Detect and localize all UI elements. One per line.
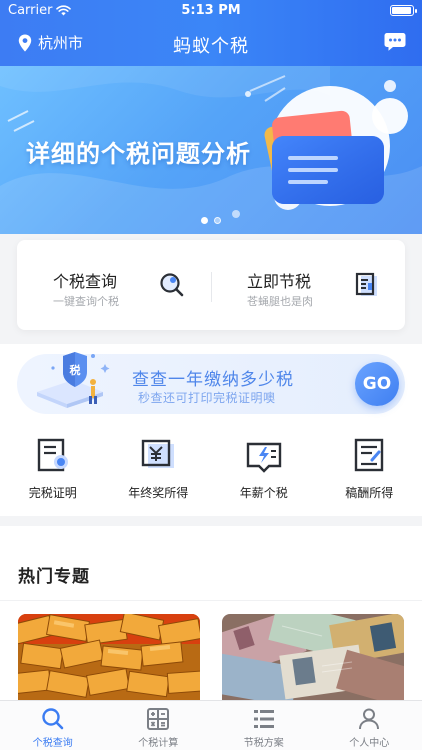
- tab-bar: 个税查询 个税计算 节税方案 个人中心: [0, 700, 422, 750]
- search-icon: [160, 273, 184, 297]
- tool-certificate[interactable]: 完税证明: [0, 432, 106, 512]
- gold-bars-image: [18, 614, 200, 700]
- save-tax-subtitle: 苍蝇腿也是肉: [247, 295, 313, 308]
- carousel-indicator: [0, 217, 422, 224]
- banner-carousel[interactable]: 详细的个税问题分析: [0, 66, 422, 234]
- hot-topics-title: 热门专题: [18, 567, 90, 587]
- person-icon: [359, 708, 380, 730]
- status-time: 5:13 PM: [181, 3, 241, 18]
- quick-actions-card: 个税查询 一键查询个税 立即节税 苍蝇腿也是肉: [17, 240, 405, 330]
- carousel-dot[interactable]: [214, 217, 221, 224]
- promo-title: 查查一年缴纳多少税: [132, 370, 294, 390]
- tax-badge: 税: [70, 363, 81, 377]
- tool-salary[interactable]: 年薪个税: [211, 432, 317, 512]
- hot-topics-section: 热门专题: [0, 526, 422, 700]
- header: Carrier 5:13 PM 杭州市 蚂蚁个税: [0, 0, 422, 66]
- calculator-icon: [147, 708, 170, 730]
- tool-manuscript[interactable]: 稿酬所得: [317, 432, 422, 512]
- carousel-dot[interactable]: [201, 217, 208, 224]
- list-icon: [253, 710, 274, 728]
- certificate-icon: [37, 438, 68, 472]
- tax-query-entry[interactable]: 个税查询 一键查询个税: [17, 240, 211, 330]
- tab-tax-calc[interactable]: 个税计算: [106, 701, 212, 750]
- quick-actions-section: 个税查询 一键查询个税 立即节税 苍蝇腿也是肉: [0, 234, 422, 340]
- tab-tax-plan-label: 节税方案: [243, 738, 284, 749]
- page-title: 蚂蚁个税: [173, 36, 249, 57]
- tab-tax-calc-label: 个税计算: [138, 738, 179, 749]
- search-icon: [42, 708, 64, 730]
- tool-certificate-label: 完税证明: [28, 486, 77, 500]
- document-icon: [355, 272, 377, 296]
- tool-manuscript-label: 稿酬所得: [345, 486, 394, 500]
- tax-query-title: 个税查询: [53, 272, 118, 291]
- tab-profile-label: 个人中心: [349, 738, 390, 749]
- save-tax-title: 立即节税: [247, 272, 312, 291]
- banner-headline: 详细的个税问题分析: [26, 140, 251, 168]
- go-button[interactable]: GO: [355, 362, 399, 406]
- salary-icon: [246, 442, 281, 473]
- battery-icon: [390, 5, 417, 16]
- status-bar: Carrier 5:13 PM: [0, 0, 422, 22]
- banknotes-image: [222, 614, 404, 700]
- message-button[interactable]: [384, 32, 406, 56]
- tool-bonus[interactable]: 年终奖所得: [106, 432, 212, 512]
- tab-profile[interactable]: 个人中心: [317, 701, 422, 750]
- tools-grid: 完税证明 年终奖所得 年薪个税 稿酬所得: [0, 432, 422, 512]
- nav-bar: 杭州市 蚂蚁个税: [0, 22, 422, 66]
- chat-bubble-icon: [384, 33, 406, 51]
- save-tax-entry[interactable]: 立即节税 苍蝇腿也是肉: [211, 240, 405, 330]
- tool-bonus-label: 年终奖所得: [128, 486, 189, 500]
- tools-section: 税 查查一年缴纳多少税 秒查还可打印完税证明噢 GO 完税证明 年终奖所得 年薪…: [0, 344, 422, 516]
- hot-topic-card-gold[interactable]: [18, 614, 200, 700]
- tax-query-subtitle: 一键查询个税: [53, 295, 119, 308]
- tab-tax-query-label: 个税查询: [32, 738, 73, 749]
- tax-shield-illustration: 税: [37, 352, 110, 408]
- hot-topic-card-currency[interactable]: [222, 614, 404, 700]
- hot-topics-divider: [0, 600, 422, 601]
- promo-banner[interactable]: 税 查查一年缴纳多少税 秒查还可打印完税证明噢 GO: [17, 352, 405, 414]
- tab-tax-query[interactable]: 个税查询: [0, 701, 106, 750]
- bonus-icon: [142, 439, 175, 468]
- promo-subtitle: 秒查还可打印完税证明噢: [138, 391, 276, 405]
- tool-salary-label: 年薪个税: [239, 486, 288, 500]
- tab-tax-plan[interactable]: 节税方案: [211, 701, 317, 750]
- manuscript-icon: [355, 438, 384, 472]
